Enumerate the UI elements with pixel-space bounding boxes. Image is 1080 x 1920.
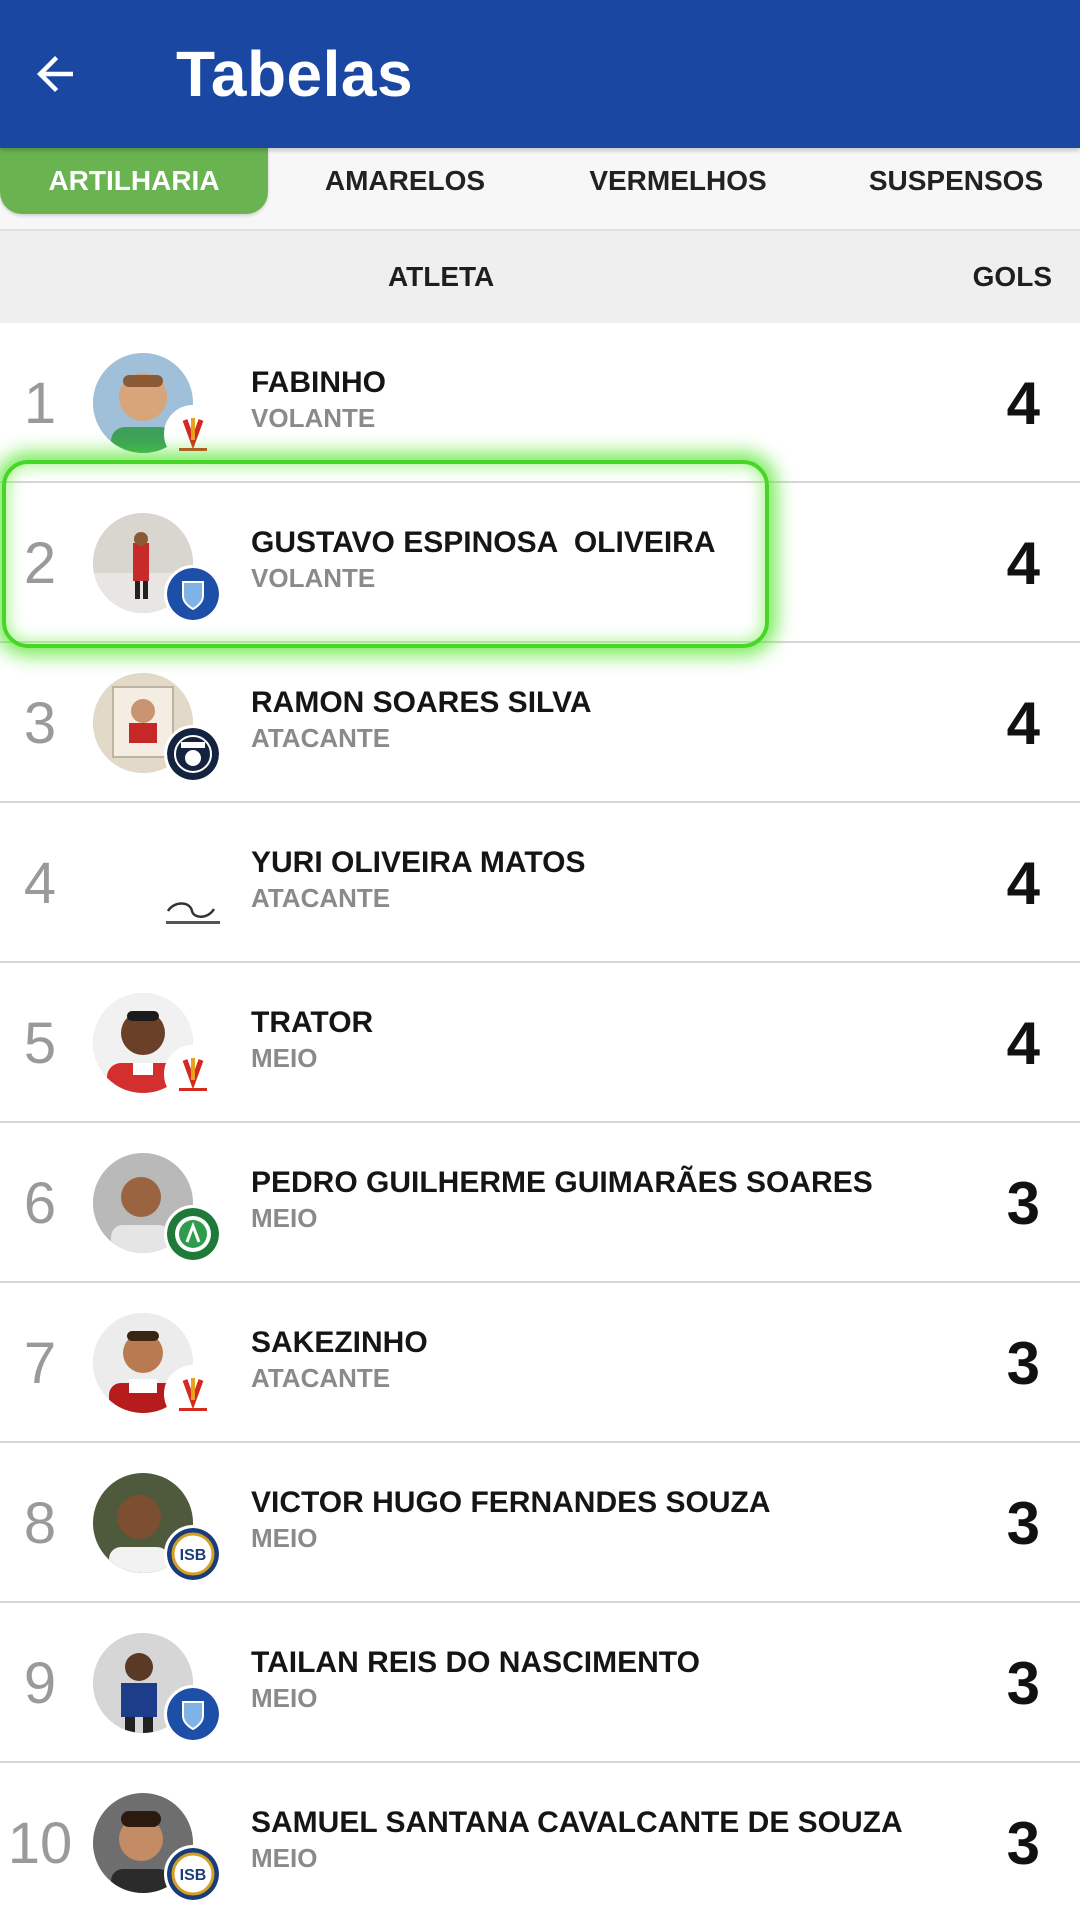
rank-number: 5: [23, 1010, 57, 1076]
goals-count: 4: [1006, 369, 1040, 437]
player-position: MEIO: [251, 1843, 318, 1873]
svg-text:ISB: ISB: [180, 1547, 207, 1564]
player-name: VICTOR HUGO FERNANDES SOUZA: [251, 1486, 771, 1519]
red-team-badge-icon: [164, 405, 222, 463]
blue-shield-badge-icon: [164, 1685, 222, 1743]
goals-count: 3: [1006, 1649, 1040, 1717]
goals-count: 4: [1006, 1009, 1040, 1077]
red-team-badge-icon: [164, 1045, 222, 1103]
small-logo-badge-icon: [160, 899, 226, 929]
player-position: ATACANTE: [251, 883, 391, 913]
player-position: ATACANTE: [251, 1363, 391, 1393]
rank-number: 2: [23, 530, 57, 596]
arrow-left-icon: [37, 56, 73, 92]
rank-number: 7: [23, 1330, 57, 1396]
goals-count: 3: [1006, 1169, 1040, 1237]
goals-count: 3: [1006, 1489, 1040, 1557]
blue-shield-badge-icon: [164, 565, 222, 623]
isb-badge-icon: ISB: [164, 1525, 222, 1583]
page-title: Tabelas: [176, 38, 414, 110]
player-position: VOLANTE: [251, 403, 376, 433]
player-position: MEIO: [251, 1683, 318, 1713]
tab-suspensos[interactable]: SUSPENSOS: [832, 148, 1080, 214]
column-header-gols: GOLS: [972, 261, 1052, 292]
table-row[interactable]: 8 ISB VICTOR HUGO FERNANDES SOUZA MEIO 3: [0, 1443, 1080, 1603]
player-name: TRATOR: [251, 1006, 374, 1039]
app-bar: Tabelas: [0, 0, 1080, 148]
isb-badge-icon: ISB: [164, 1845, 222, 1903]
table-row[interactable]: 10 ISB SAMUEL SANTANA CAVALCANTE DE SOUZ…: [0, 1763, 1080, 1920]
rank-number: 3: [23, 690, 57, 756]
player-name: GUSTAVO ESPINOSA OLIVEIRA: [251, 526, 716, 559]
table-row[interactable]: 2 GUSTAVO ESPINOSA OLIVEIRA VOLANTE 4: [0, 483, 1080, 643]
player-name: YURI OLIVEIRA MATOS: [251, 846, 586, 879]
app-screen: Tabelas ARTILHARIA AMARELOS VERMELHOS SU…: [0, 0, 1080, 1920]
player-position: MEIO: [251, 1523, 318, 1553]
table-row[interactable]: 5 TRATOR MEIO 4: [0, 963, 1080, 1123]
table-row[interactable]: 3 RAMON SOARES SILVA ATACANTE 4: [0, 643, 1080, 803]
goals-count: 3: [1006, 1329, 1040, 1397]
rank-number: 9: [23, 1650, 57, 1716]
goals-count: 4: [1006, 689, 1040, 757]
player-position: MEIO: [251, 1043, 318, 1073]
rank-number: 4: [23, 850, 57, 916]
table-row[interactable]: 4 YURI OLIVEIRA MATOS ATACANTE 4: [0, 803, 1080, 963]
player-name: TAILAN REIS DO NASCIMENTO: [251, 1646, 700, 1679]
player-position: MEIO: [251, 1203, 318, 1233]
rank-number: 1: [23, 370, 57, 436]
scorers-list: 1 FABINHO VOLANTE 4 2 GUSTAVO ESPINOSA O…: [0, 323, 1080, 1920]
table-row[interactable]: 9 TAILAN REIS DO NASCIMENTO MEIO 3: [0, 1603, 1080, 1763]
player-name: SAMUEL SANTANA CAVALCANTE DE SOUZA: [251, 1806, 903, 1839]
goals-count: 4: [1006, 529, 1040, 597]
player-position: ATACANTE: [251, 723, 391, 753]
table-header: ATLETA GOLS: [0, 231, 1080, 323]
tab-artilharia[interactable]: ARTILHARIA: [0, 148, 268, 214]
tab-amarelos[interactable]: AMARELOS: [280, 148, 530, 214]
table-row[interactable]: 1 FABINHO VOLANTE 4: [0, 323, 1080, 483]
green-round-badge-icon: [164, 1205, 222, 1263]
player-position: VOLANTE: [251, 563, 376, 593]
tab-vermelhos[interactable]: VERMELHOS: [560, 148, 796, 214]
tab-divider: [0, 229, 1080, 231]
tab-bar: ARTILHARIA AMARELOS VERMELHOS SUSPENSOS: [0, 148, 1080, 230]
rank-number: 6: [23, 1170, 57, 1236]
goals-count: 3: [1006, 1809, 1040, 1877]
svg-text:ISB: ISB: [180, 1867, 207, 1884]
player-name: FABINHO: [251, 366, 386, 399]
rank-number: 10: [7, 1810, 73, 1876]
rank-number: 8: [23, 1490, 57, 1556]
column-header-atleta: ATLETA: [388, 261, 495, 292]
navy-round-badge-icon: [164, 725, 222, 783]
red-team-badge-icon: [164, 1365, 222, 1423]
goals-count: 4: [1006, 849, 1040, 917]
player-name: PEDRO GUILHERME GUIMARÃES SOARES: [251, 1166, 873, 1199]
table-row[interactable]: 7 SAKEZINHO ATACANTE 3: [0, 1283, 1080, 1443]
back-button[interactable]: [0, 0, 110, 148]
player-name: SAKEZINHO: [251, 1326, 428, 1359]
player-name: RAMON SOARES SILVA: [251, 686, 592, 719]
table-row[interactable]: 6 PEDRO GUILHERME GUIMARÃES SOARES MEIO …: [0, 1123, 1080, 1283]
